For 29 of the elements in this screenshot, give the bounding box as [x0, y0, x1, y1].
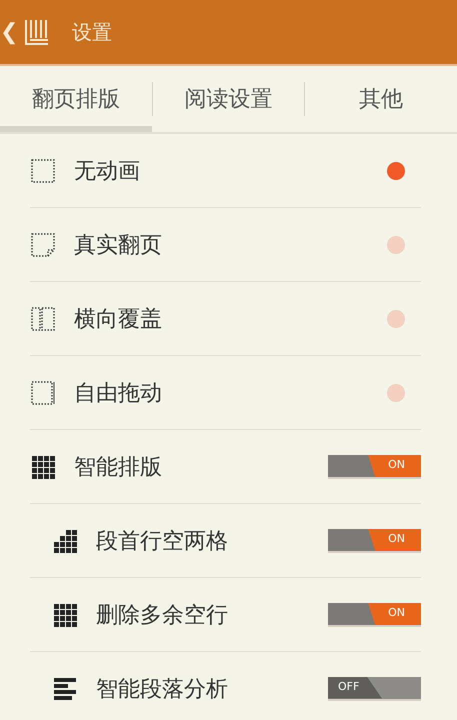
option-label: 智能排版: [74, 454, 163, 482]
tab[interactable]: 其他: [305, 66, 457, 132]
window-title: 设置: [72, 18, 112, 46]
paragraph-lines-icon: [52, 676, 78, 702]
indent-grid-icon: [52, 528, 78, 554]
radio-button[interactable]: [387, 162, 405, 180]
page-edge-icon: [30, 380, 56, 406]
toggle-switch[interactable]: ON: [328, 602, 421, 626]
option-label: 段首行空两格: [96, 528, 229, 556]
page-curl-icon: [30, 232, 56, 258]
option-label: 智能段落分析: [96, 676, 229, 704]
toggle-switch[interactable]: ON: [328, 528, 421, 552]
toggle-switch[interactable]: ON: [328, 454, 421, 478]
option-label: 删除多余空行: [96, 602, 229, 630]
tab[interactable]: 翻页排版: [0, 66, 152, 132]
option-label: 无动画: [74, 158, 141, 186]
tab[interactable]: 阅读设置: [152, 66, 304, 132]
option-label: 真实翻页: [74, 232, 163, 260]
page-icon: [30, 158, 56, 184]
radio-button[interactable]: [387, 236, 405, 254]
grid-icon: [30, 454, 56, 480]
grid-icon: [52, 602, 78, 628]
radio-button[interactable]: [387, 384, 405, 402]
option-label: 横向覆盖: [74, 306, 163, 334]
option-label: 自由拖动: [74, 380, 163, 408]
two-pages-icon: [30, 306, 56, 332]
book-icon: [24, 18, 50, 46]
toggle-switch[interactable]: OFF: [328, 676, 421, 700]
radio-button[interactable]: [387, 310, 405, 328]
